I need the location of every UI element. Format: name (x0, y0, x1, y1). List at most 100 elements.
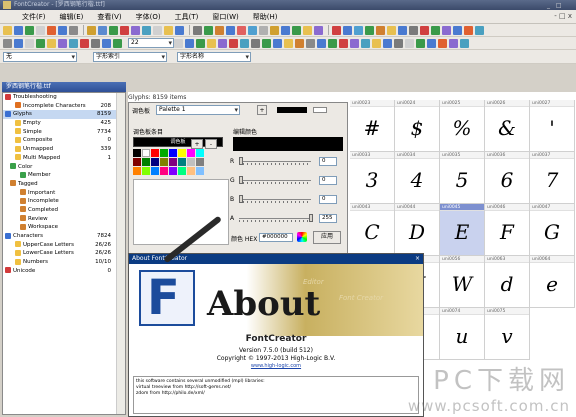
tree-item[interactable]: Important (3, 189, 125, 198)
format-tool-icon[interactable] (339, 38, 348, 48)
color-swatch[interactable] (187, 158, 195, 166)
toolbar-button-icon[interactable] (58, 25, 67, 35)
format-tool-icon[interactable] (394, 38, 403, 48)
color-swatch[interactable] (151, 167, 159, 175)
color-swatch[interactable] (178, 167, 186, 175)
glyph-cell[interactable]: uni0075 v (485, 308, 530, 360)
color-picker-icon[interactable] (297, 232, 307, 242)
toolbar-button-icon[interactable] (442, 25, 451, 35)
edit-tool-icon[interactable] (102, 38, 111, 48)
format-tool-icon[interactable] (317, 38, 326, 48)
toolbar-button-icon[interactable] (142, 25, 151, 35)
hex-input[interactable]: #000000 (259, 233, 293, 242)
entry-remove-button[interactable]: - (205, 139, 217, 149)
toolbar-button-icon[interactable] (259, 25, 268, 35)
format-tool-icon[interactable] (185, 38, 194, 48)
color-swatch[interactable] (160, 158, 168, 166)
glyph-cell[interactable]: uni0046 F (485, 204, 530, 256)
format-tool-icon[interactable] (427, 38, 436, 48)
toolbar-button-icon[interactable] (453, 25, 462, 35)
format-tool-icon[interactable] (295, 38, 304, 48)
toolbar-button-icon[interactable] (25, 25, 34, 35)
tree-item[interactable]: Incomplete (3, 197, 125, 206)
glyph-cell[interactable]: uni0023 # (350, 100, 395, 152)
window-controls[interactable]: _ □ x (547, 1, 573, 19)
tree-item[interactable]: Troubleshooting (3, 93, 125, 102)
format-tool-icon[interactable] (361, 38, 370, 48)
tree-item[interactable]: Empty 425 (3, 119, 125, 128)
tree-item[interactable]: Review (3, 215, 125, 224)
toolbar-button-icon[interactable] (120, 25, 129, 35)
color-swatch[interactable] (160, 149, 168, 157)
toolbar-button-icon[interactable] (343, 25, 352, 35)
format-tool-icon[interactable] (460, 38, 469, 48)
format-tool-icon[interactable] (449, 38, 458, 48)
toolbar-button-icon[interactable] (175, 25, 184, 35)
format-tool-icon[interactable] (405, 38, 414, 48)
about-close-icon[interactable]: × (415, 254, 420, 264)
format-tool-icon[interactable] (350, 38, 359, 48)
font-file-tab[interactable]: 罗西钢笔行楷.ttf (2, 82, 126, 92)
tree-item[interactable]: Simple 7734 (3, 128, 125, 137)
edit-tool-icon[interactable] (3, 38, 12, 48)
color-swatch[interactable] (187, 167, 195, 175)
format-tool-icon[interactable] (416, 38, 425, 48)
toolbar-button-icon[interactable] (109, 25, 118, 35)
glyph-cell[interactable]: uni0043 C (350, 204, 395, 256)
color-swatch[interactable] (151, 158, 159, 166)
toolbar-button-icon[interactable] (131, 25, 140, 35)
toolbar-button-icon[interactable] (215, 25, 224, 35)
menu-item[interactable]: 字体(O) (136, 12, 161, 22)
tree-item[interactable]: Unicode 0 (3, 267, 125, 276)
r-slider[interactable] (235, 156, 315, 166)
color-swatch[interactable] (160, 167, 168, 175)
toolbar-button-icon[interactable] (387, 25, 396, 35)
format-tool-icon[interactable] (229, 38, 238, 48)
menu-item[interactable]: 帮助(H) (253, 12, 278, 22)
toolbar-button-icon[interactable] (36, 25, 45, 35)
toolbar-button-icon[interactable] (164, 25, 173, 35)
toolbar-button-icon[interactable] (47, 25, 56, 35)
format-tool-icon[interactable] (284, 38, 293, 48)
glyph-cell[interactable]: uni0027 ' (530, 100, 575, 152)
glyph-cell[interactable]: uni0025% (440, 100, 485, 152)
name-combo[interactable]: 字形名称 (177, 51, 251, 62)
color-swatch[interactable] (169, 167, 177, 175)
toolbar-button-icon[interactable] (292, 25, 301, 35)
color-swatch[interactable] (178, 158, 186, 166)
tree-item[interactable]: Completed (3, 206, 125, 215)
format-tool-icon[interactable] (306, 38, 315, 48)
tree-item[interactable]: Glyphs 8159 (3, 110, 125, 120)
color-swatch[interactable] (196, 149, 204, 157)
color-swatch[interactable] (133, 149, 141, 157)
color-swatch[interactable] (151, 149, 159, 157)
format-tool-icon[interactable] (328, 38, 337, 48)
format-tool-icon[interactable] (251, 38, 260, 48)
color-swatch[interactable] (196, 158, 204, 166)
toolbar-button-icon[interactable] (354, 25, 363, 35)
bg-color-swatch[interactable] (313, 107, 327, 113)
toolbar-button-icon[interactable] (98, 25, 107, 35)
toolbar-button-icon[interactable] (14, 25, 23, 35)
toolbar-button-icon[interactable] (409, 25, 418, 35)
toolbar-button-icon[interactable] (248, 25, 257, 35)
format-tool-icon[interactable] (273, 38, 282, 48)
format-tool-icon[interactable] (383, 38, 392, 48)
glyph-cell[interactable]: uni0047 G (530, 204, 575, 256)
index-combo[interactable]: 字形索引 (93, 51, 167, 62)
menu-item[interactable]: 查看(V) (97, 12, 121, 22)
toolbar-button-icon[interactable] (332, 25, 341, 35)
filter-combo[interactable]: 无 (3, 51, 77, 62)
glyph-cell[interactable]: uni0035 5 (440, 152, 485, 204)
fg-color-swatch[interactable] (277, 107, 307, 113)
format-tool-icon[interactable] (207, 38, 216, 48)
toolbar-button-icon[interactable] (69, 25, 78, 35)
menu-item[interactable]: 窗口(W) (212, 12, 238, 22)
edit-tool-icon[interactable] (14, 38, 23, 48)
menu-item[interactable]: 文件(F) (22, 12, 46, 22)
color-swatch[interactable] (133, 167, 141, 175)
glyph-cell[interactable]: uni0045 E (440, 204, 485, 256)
format-tool-icon[interactable] (174, 38, 183, 48)
entry-add-button[interactable]: + (191, 139, 203, 149)
color-swatch[interactable] (142, 158, 150, 166)
